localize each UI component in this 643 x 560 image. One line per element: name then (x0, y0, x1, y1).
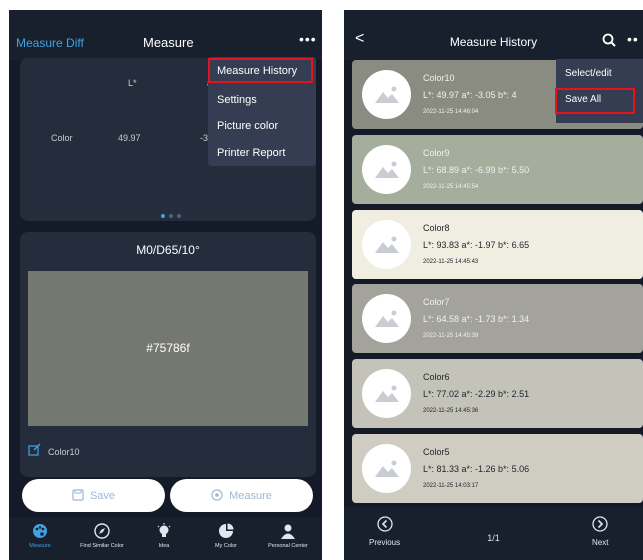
measure-label: Measure (229, 490, 272, 502)
image-placeholder-icon (375, 310, 399, 327)
nav-label: Personal Center (268, 543, 308, 549)
thumbnail (362, 444, 411, 493)
next-button[interactable]: Next (592, 516, 608, 547)
image-placeholder-icon (375, 86, 399, 103)
save-icon (72, 489, 84, 501)
nav-label: Measure (29, 543, 51, 549)
highlight-box (208, 58, 313, 83)
color-name: Color8 (423, 223, 450, 233)
page-title: Measure (143, 35, 194, 50)
color-name: Color6 (423, 372, 450, 382)
highlight-box (555, 88, 635, 114)
color-swatch: #75786f (28, 271, 308, 426)
color-name: Color9 (423, 148, 450, 158)
pagination-bar: Previous 1/1 Next (344, 507, 643, 560)
timestamp: 2022-11-25 14:46:04 (423, 109, 479, 115)
history-screen: < Measure History •• Color10 L*: 49.97 a*… (344, 10, 643, 560)
page-title: Measure History (449, 35, 538, 49)
lab-values: L*: 81.33 a*: -1.26 b*: 5.06 (423, 464, 530, 474)
palette-icon (33, 524, 47, 538)
image-placeholder-icon (375, 236, 399, 253)
illuminant-label: M0/D65/10° (136, 243, 200, 257)
bottom-nav: Measure Find Similar Color Idea My Color… (9, 517, 322, 560)
next-icon (592, 516, 608, 532)
menu-item-picture-color[interactable]: Picture color (217, 120, 278, 132)
search-icon[interactable] (602, 33, 616, 52)
list-item[interactable]: Color6 L*: 77.02 a*: -2.29 b*: 2.51 2022-1… (352, 359, 643, 428)
timestamp: 2022-11-25 14:45:39 (423, 333, 479, 339)
save-button[interactable]: Save (22, 479, 165, 512)
pie-chart-icon (219, 523, 234, 538)
thumbnail (362, 294, 411, 343)
row-label: Color (51, 133, 73, 143)
measure-screen: Measure Diff Measure ••• L* a* Color 49.… (9, 10, 322, 560)
next-label: Next (592, 538, 609, 547)
thumbnail (362, 220, 411, 269)
lab-values: L*: 93.83 a*: -1.97 b*: 6.65 (423, 240, 530, 250)
nav-label: Idea (158, 543, 170, 549)
nav-item-my-color[interactable]: My Color (195, 523, 257, 549)
lab-values: L*: 68.89 a*: -6.99 b*: 5.50 (423, 165, 530, 175)
list-item[interactable]: Color7 L*: 64.58 a*: -1.73 b*: 1.34 2022-1… (352, 284, 643, 353)
nav-item-measure[interactable]: Measure (9, 523, 71, 549)
page-dot-active[interactable] (161, 214, 165, 218)
row-l-value: 49.97 (118, 133, 141, 143)
compass-icon (94, 523, 110, 539)
menu-item-select-edit[interactable]: Select/edit (565, 68, 612, 79)
timestamp: 2022-11-25 14:03:17 (423, 483, 479, 489)
color-name: Color5 (423, 447, 450, 457)
list-item[interactable]: Color8 L*: 93.83 a*: -1.97 b*: 6.65 2022-1… (352, 210, 643, 279)
nav-label: Find Similar Color (80, 543, 124, 549)
top-bar: Measure Diff Measure ••• (9, 10, 322, 60)
measure-button[interactable]: Measure (170, 479, 313, 512)
image-placeholder-icon (375, 161, 399, 178)
more-icon[interactable]: •• (627, 31, 639, 47)
page-indicator[interactable] (161, 205, 185, 223)
timestamp: 2022-11-25 14:45:54 (423, 184, 479, 190)
color-name: Color10 (423, 73, 455, 83)
hex-value: #75786f (146, 341, 190, 355)
person-icon (281, 524, 295, 539)
save-label: Save (89, 490, 116, 502)
page-dot[interactable] (169, 214, 173, 218)
bulb-icon (157, 523, 171, 537)
thumbnail (362, 369, 411, 418)
edit-icon[interactable] (28, 443, 41, 461)
nav-item-personal-center[interactable]: Personal Center (257, 523, 319, 549)
image-placeholder-icon (375, 460, 399, 477)
more-icon[interactable]: ••• (299, 31, 317, 47)
list-item[interactable]: Color5 L*: 81.33 a*: -1.26 b*: 5.06 2022-1… (352, 434, 643, 503)
target-icon (211, 489, 223, 501)
timestamp: 2022-11-25 14:45:36 (423, 408, 479, 414)
color-card: M0/D65/10° #75786f Color10 (20, 232, 316, 477)
color-name[interactable]: Color10 (48, 447, 80, 457)
menu-item-printer-report[interactable]: Printer Report (217, 147, 285, 159)
nav-item-idea[interactable]: Idea (133, 523, 195, 549)
image-placeholder-icon (375, 385, 399, 402)
thumbnail (362, 70, 411, 119)
previous-icon (376, 516, 393, 532)
top-bar: < Measure History •• (344, 10, 643, 60)
color-name: Color7 (423, 297, 450, 307)
menu-item-settings[interactable]: Settings (217, 94, 257, 106)
lab-values: L*: 64.58 a*: -1.73 b*: 1.34 (423, 314, 530, 324)
list-item[interactable]: Color9 L*: 68.89 a*: -6.99 b*: 5.50 2022-1… (352, 135, 643, 204)
column-l-header: L* (128, 78, 137, 88)
measure-diff-tab[interactable]: Measure Diff (16, 36, 84, 50)
lab-values: L*: 77.02 a*: -2.29 b*: 2.51 (423, 389, 530, 399)
timestamp: 2022-11-25 14:45:43 (423, 259, 479, 265)
lab-values: L*: 49.97 a*: -3.05 b*: 4 (423, 90, 517, 100)
page-dot[interactable] (177, 214, 181, 218)
nav-item-find-similar[interactable]: Find Similar Color (71, 523, 133, 549)
nav-label: My Color (214, 543, 237, 549)
thumbnail (362, 145, 411, 194)
